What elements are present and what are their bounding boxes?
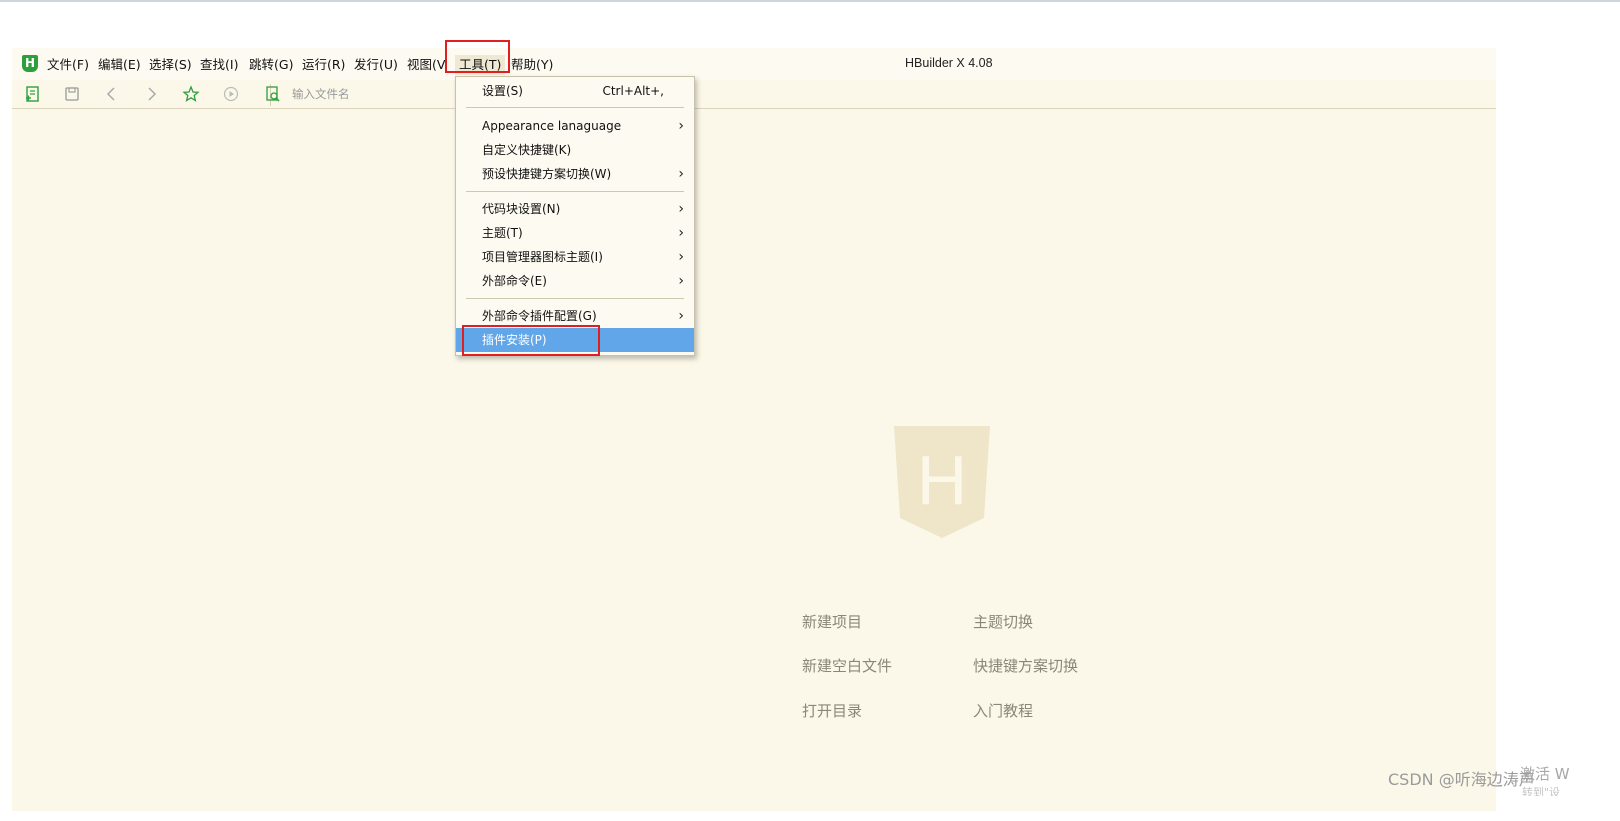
chevron-right-icon: › (678, 118, 684, 134)
menu-item-theme[interactable]: 主题(T) › (456, 221, 694, 245)
menu-select[interactable]: 选择(S) (149, 56, 192, 74)
hbuilder-watermark-logo: H (894, 426, 990, 538)
chevron-right-icon: › (678, 225, 684, 241)
switch-theme-link[interactable]: 主题切换 (973, 611, 1033, 632)
menu-run[interactable]: 运行(R) (302, 56, 345, 74)
menu-publish[interactable]: 发行(U) (354, 56, 398, 74)
menu-item-label: 外部命令插件配置(G) (482, 309, 597, 323)
menu-item-snippet-settings[interactable]: 代码块设置(N) › (456, 197, 694, 221)
menu-item-label: 主题(T) (482, 226, 523, 240)
menu-item-external-commands[interactable]: 外部命令(E) › (456, 269, 694, 293)
settings-shortcut: Ctrl+Alt+, (602, 84, 664, 98)
menu-item-label: 代码块设置(N) (482, 202, 561, 216)
tools-dropdown-menu: 设置(S) Ctrl+Alt+, Appearance lanaguage › … (455, 76, 695, 356)
menu-separator (466, 191, 684, 192)
menu-goto[interactable]: 跳转(G) (249, 56, 293, 74)
csdn-credit: CSDN @听海边涛声 (1388, 770, 1535, 789)
chevron-right-icon: › (678, 166, 684, 182)
search-file-icon (266, 86, 280, 102)
menu-item-external-command-plugin-config[interactable]: 外部命令插件配置(G) › (456, 304, 694, 328)
chevron-right-icon: › (678, 273, 684, 289)
save-icon[interactable] (63, 85, 81, 103)
menu-help[interactable]: 帮助(Y) (511, 56, 553, 74)
windows-activate-subtext: 转到"设 (1522, 786, 1561, 796)
tutorial-link[interactable]: 入门教程 (973, 700, 1033, 721)
run-icon[interactable] (222, 85, 240, 103)
menu-item-label: 插件安装(P) (482, 333, 547, 347)
menu-item-label: 自定义快捷键(K) (482, 143, 572, 157)
chevron-right-icon: › (678, 249, 684, 265)
menu-bar: H 文件(F) 编辑(E) 选择(S) 查找(I) 跳转(G) 运行(R) 发行… (12, 48, 1496, 80)
menu-item-label: 设置(S) (482, 84, 523, 98)
back-icon[interactable] (103, 85, 121, 103)
menu-item-keymap-presets[interactable]: 预设快捷键方案切换(W) › (456, 162, 694, 186)
new-blank-file-link[interactable]: 新建空白文件 (802, 655, 892, 676)
menu-item-custom-keybindings[interactable]: 自定义快捷键(K) (456, 138, 694, 162)
window-title: HBuilder X 4.08 (905, 56, 993, 70)
menu-separator (466, 298, 684, 299)
menu-tools[interactable]: 工具(T) (455, 55, 506, 75)
hbuilder-logo-icon: H (22, 55, 38, 72)
menu-item-settings[interactable]: 设置(S) Ctrl+Alt+, (456, 79, 694, 103)
open-folder-link[interactable]: 打开目录 (802, 700, 862, 721)
favorite-star-icon[interactable] (182, 85, 200, 103)
menu-item-label: Appearance lanaguage (482, 119, 622, 133)
forward-icon[interactable] (142, 85, 160, 103)
menu-item-project-icon-theme[interactable]: 项目管理器图标主题(I) › (456, 245, 694, 269)
menu-file[interactable]: 文件(F) (47, 56, 89, 74)
new-file-icon[interactable] (24, 85, 42, 103)
menu-view[interactable]: 视图(V) (407, 56, 447, 74)
screen-top-border (0, 0, 1620, 2)
menu-separator (466, 107, 684, 108)
menu-edit[interactable]: 编辑(E) (98, 56, 141, 74)
file-search-input[interactable] (292, 85, 472, 103)
menu-item-appearance-language[interactable]: Appearance lanaguage › (456, 114, 694, 138)
menu-item-plugin-install[interactable]: 插件安装(P) (456, 328, 694, 352)
menu-item-label: 预设快捷键方案切换(W) (482, 167, 612, 181)
switch-keymap-link[interactable]: 快捷键方案切换 (973, 655, 1078, 676)
hbuilder-window: H 文件(F) 编辑(E) 选择(S) 查找(I) 跳转(G) 运行(R) 发行… (12, 48, 1496, 811)
watermark-logo-letter: H (917, 441, 968, 519)
windows-activate-notice: 激活 W (1520, 765, 1570, 783)
chevron-right-icon: › (678, 308, 684, 324)
menu-find[interactable]: 查找(I) (200, 56, 238, 74)
chevron-right-icon: › (678, 201, 684, 217)
menu-item-label: 外部命令(E) (482, 274, 547, 288)
toolbar (12, 80, 1496, 109)
new-project-link[interactable]: 新建项目 (802, 611, 862, 632)
menu-item-label: 项目管理器图标主题(I) (482, 250, 603, 264)
